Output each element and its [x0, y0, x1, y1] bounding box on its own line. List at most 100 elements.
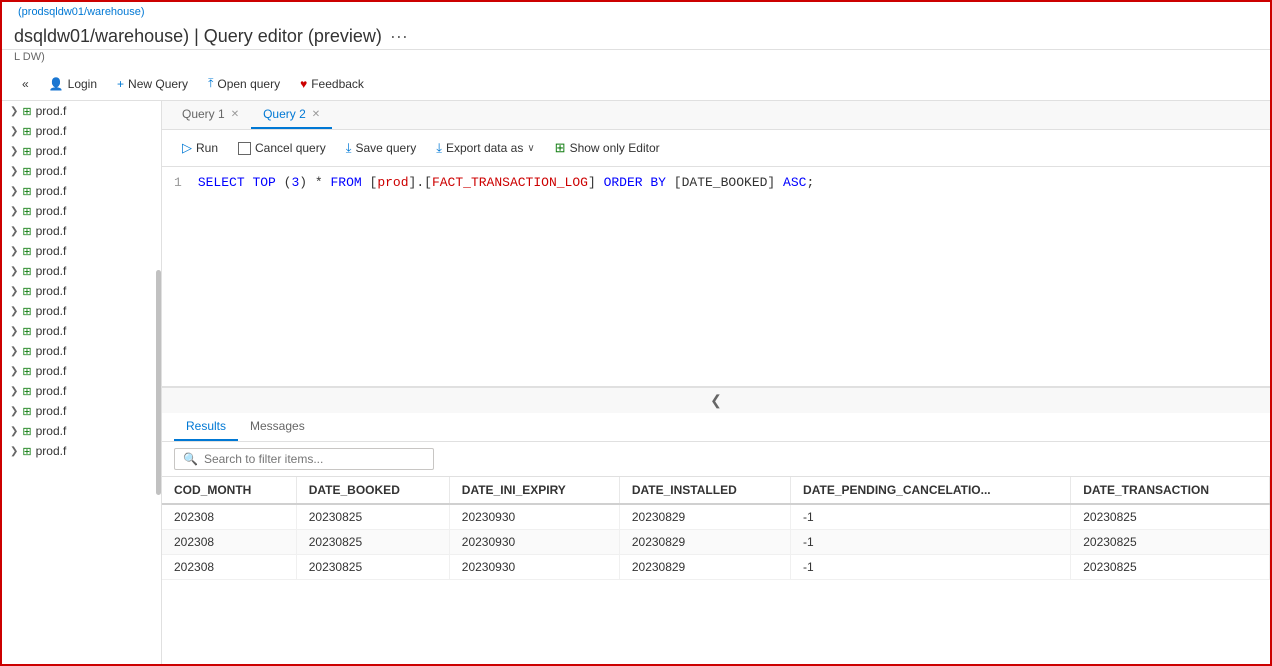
list-item[interactable]: ❯ ⊞ prod.f: [2, 261, 161, 281]
sidebar-item-label: prod.f: [36, 284, 67, 298]
list-item[interactable]: ❯ ⊞ prod.f: [2, 441, 161, 461]
open-query-button[interactable]: ⤒ Open query: [200, 72, 288, 95]
chevron-right-icon: ❯: [10, 446, 18, 457]
list-item[interactable]: ❯ ⊞ prod.f: [2, 381, 161, 401]
sql-editor[interactable]: 1SELECT TOP (3) * FROM [prod].[FACT_TRAN…: [162, 167, 1270, 387]
feedback-button[interactable]: ♥ Feedback: [292, 73, 372, 95]
table-icon: ⊞: [22, 345, 31, 358]
search-input-wrap: 🔍: [174, 448, 434, 470]
cell-date-booked-1: 20230825: [296, 504, 449, 530]
list-item[interactable]: ❯ ⊞ prod.f: [2, 201, 161, 221]
list-item[interactable]: ❯ ⊞ prod.f: [2, 301, 161, 321]
list-item[interactable]: ❯ ⊞ prod.f: [2, 161, 161, 181]
table-icon: ⊞: [22, 245, 31, 258]
table-icon: ⊞: [22, 145, 31, 158]
cell-date-transaction-2: 20230825: [1071, 530, 1270, 555]
cancel-query-button[interactable]: Cancel query: [230, 137, 334, 159]
cell-date-ini-expiry-1: 20230930: [449, 504, 619, 530]
cell-cod-month-2: 202308: [162, 530, 296, 555]
collapse-handle[interactable]: ❮: [162, 387, 1270, 413]
search-icon: 🔍: [183, 452, 198, 466]
tab-query1[interactable]: Query 1 ✕: [170, 101, 251, 129]
chevron-right-icon: ❯: [10, 386, 18, 397]
sidebar-item-label: prod.f: [36, 304, 67, 318]
list-item[interactable]: ❯ ⊞ prod.f: [2, 361, 161, 381]
table-icon: ⊞: [22, 165, 31, 178]
list-item[interactable]: ❯ ⊞ prod.f: [2, 281, 161, 301]
cell-date-transaction-3: 20230825: [1071, 555, 1270, 580]
export-icon: ⤓: [436, 140, 442, 156]
grid-icon: ⊞: [555, 140, 566, 156]
table-row: 202308 20230825 20230930 20230829 -1 202…: [162, 555, 1270, 580]
run-label: Run: [196, 141, 218, 155]
sidebar-item-label: prod.f: [36, 184, 67, 198]
new-query-button[interactable]: + New Query: [109, 73, 196, 95]
results-panel: Results Messages 🔍: [162, 413, 1270, 664]
sidebar-item-label: prod.f: [36, 124, 67, 138]
sidebar-item-label: prod.f: [36, 424, 67, 438]
list-item[interactable]: ❯ ⊞ prod.f: [2, 221, 161, 241]
chevron-right-icon: ❯: [10, 266, 18, 277]
chevron-right-icon: ❯: [10, 146, 18, 157]
cell-date-pending-3: -1: [791, 555, 1071, 580]
chevron-right-icon: ❯: [10, 326, 18, 337]
login-button[interactable]: 👤 Login: [41, 73, 105, 95]
sidebar-item-label: prod.f: [36, 144, 67, 158]
sidebar-item-label: prod.f: [36, 324, 67, 338]
tab-messages[interactable]: Messages: [238, 413, 317, 441]
save-query-button[interactable]: ⤓ Save query: [338, 136, 424, 160]
sql-asc: ASC: [783, 175, 806, 190]
table-icon: ⊞: [22, 405, 31, 418]
tab-close-icon[interactable]: ✕: [231, 109, 239, 120]
search-input[interactable]: [204, 452, 424, 466]
list-item[interactable]: ❯ ⊞ prod.f: [2, 321, 161, 341]
cell-date-ini-expiry-3: 20230930: [449, 555, 619, 580]
list-item[interactable]: ❯ ⊞ prod.f: [2, 401, 161, 421]
list-item[interactable]: ❯ ⊞ prod.f: [2, 341, 161, 361]
more-options-icon[interactable]: ···: [390, 26, 408, 47]
results-tabs: Results Messages: [162, 413, 1270, 442]
table-icon: ⊞: [22, 205, 31, 218]
list-item[interactable]: ❯ ⊞ prod.f: [2, 101, 161, 121]
chevron-right-icon: ❯: [10, 346, 18, 357]
tab-close-icon2[interactable]: ✕: [312, 109, 320, 120]
top-link[interactable]: (prodsqldw01/warehouse): [10, 3, 153, 21]
table-row: 202308 20230825 20230930 20230829 -1 202…: [162, 530, 1270, 555]
show-editor-label: Show only Editor: [570, 141, 660, 155]
collapse-sidebar-button[interactable]: «: [14, 73, 37, 95]
chevron-right-icon: ❯: [10, 426, 18, 437]
content-area: Query 1 ✕ Query 2 ✕ ▷ Run Cancel query: [162, 101, 1270, 664]
tab-query2-label: Query 2: [263, 107, 306, 121]
sidebar-scrollbar[interactable]: [156, 270, 161, 495]
cell-date-ini-expiry-2: 20230930: [449, 530, 619, 555]
sidebar: ❯ ⊞ prod.f ❯ ⊞ prod.f ❯ ⊞ prod.f ❯ ⊞ pro…: [2, 101, 162, 664]
play-icon: ▷: [182, 140, 192, 156]
chevron-right-icon: ❯: [10, 366, 18, 377]
table-icon: ⊞: [22, 325, 31, 338]
list-item[interactable]: ❯ ⊞ prod.f: [2, 121, 161, 141]
list-item[interactable]: ❯ ⊞ prod.f: [2, 421, 161, 441]
col-header-date-pending: DATE_PENDING_CANCELATIO...: [791, 477, 1071, 504]
show-editor-button[interactable]: ⊞ Show only Editor: [547, 136, 668, 160]
tab-results[interactable]: Results: [174, 413, 238, 441]
run-button[interactable]: ▷ Run: [174, 136, 226, 160]
table-icon: ⊞: [22, 445, 31, 458]
save-label: Save query: [355, 141, 416, 155]
chevron-right-icon: ❯: [10, 106, 18, 117]
tab-query2[interactable]: Query 2 ✕: [251, 101, 332, 129]
export-label: Export data as: [446, 141, 523, 155]
top-toolbar: « 👤 Login + New Query ⤒ Open query ♥ Fee…: [2, 67, 1270, 101]
subtitle: L DW): [2, 50, 1270, 67]
main-area: ❯ ⊞ prod.f ❯ ⊞ prod.f ❯ ⊞ prod.f ❯ ⊞ pro…: [2, 101, 1270, 664]
sql-schema: prod: [377, 175, 408, 190]
export-data-button[interactable]: ⤓ Export data as ∨: [428, 136, 542, 160]
sidebar-item-label: prod.f: [36, 404, 67, 418]
table-icon: ⊞: [22, 225, 31, 238]
table-icon: ⊞: [22, 185, 31, 198]
list-item[interactable]: ❯ ⊞ prod.f: [2, 181, 161, 201]
table-icon: ⊞: [22, 385, 31, 398]
title-bar: dsqldw01/warehouse) | Query editor (prev…: [2, 20, 1270, 50]
list-item[interactable]: ❯ ⊞ prod.f: [2, 241, 161, 261]
list-item[interactable]: ❯ ⊞ prod.f: [2, 141, 161, 161]
table-icon: ⊞: [22, 425, 31, 438]
